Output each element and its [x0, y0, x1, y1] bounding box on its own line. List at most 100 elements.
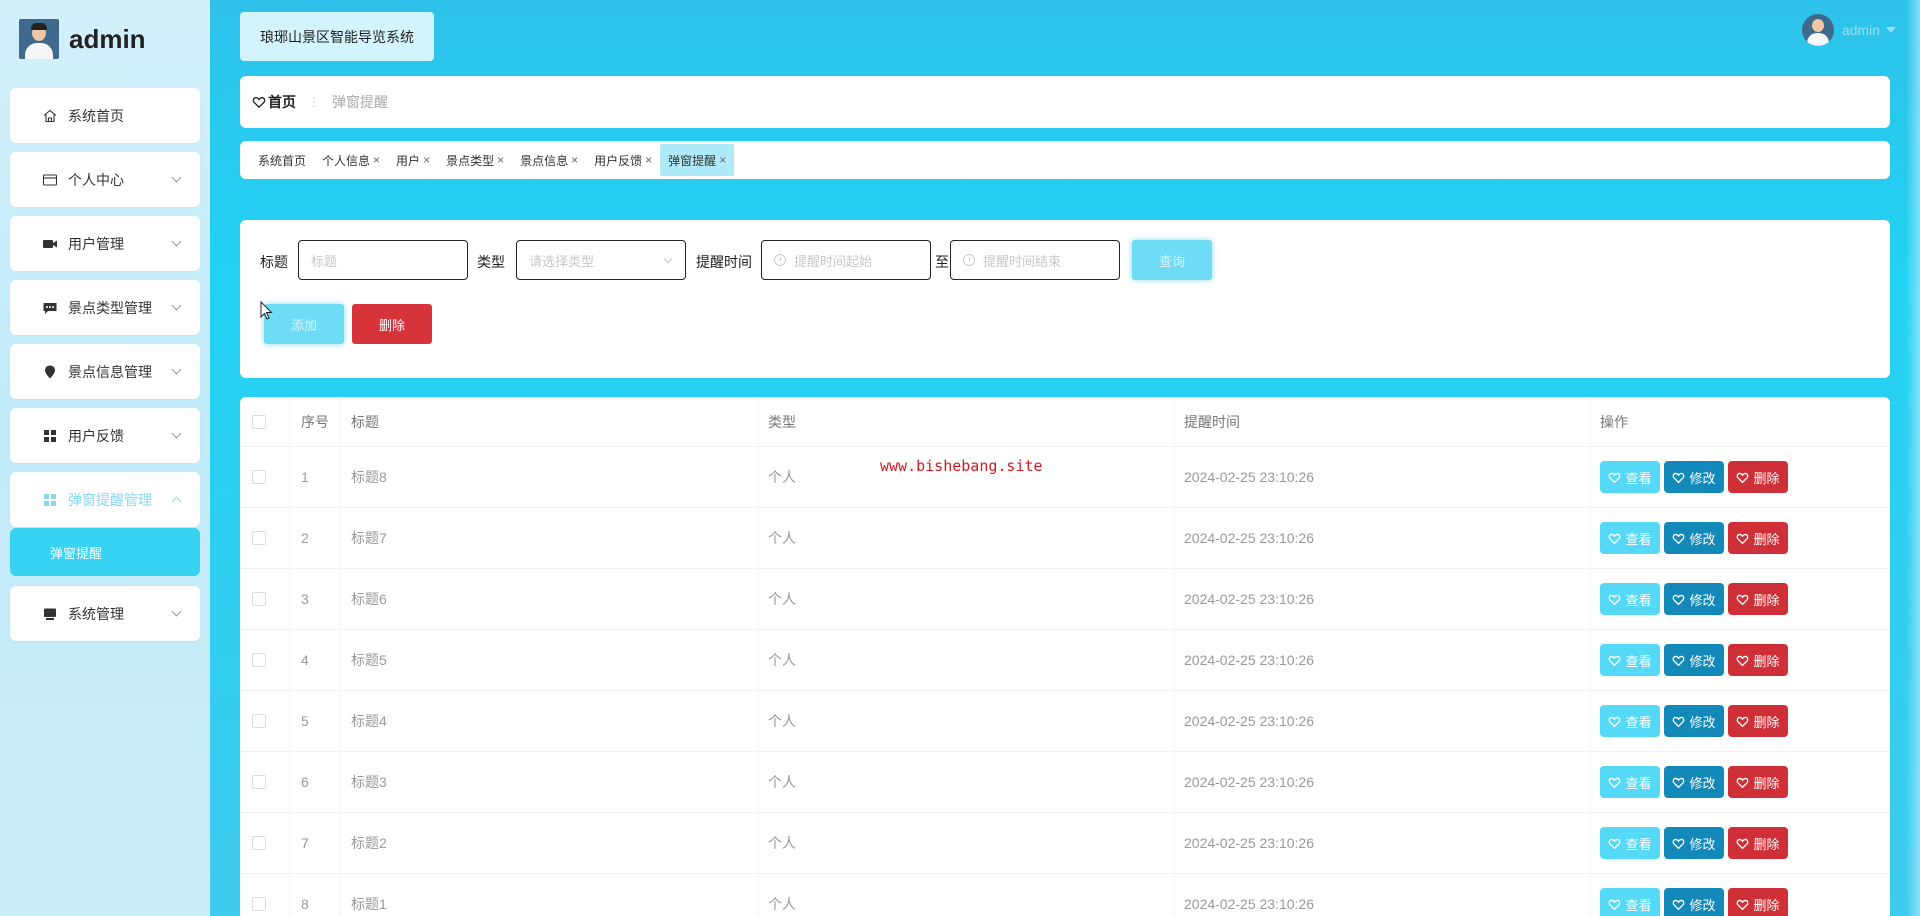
view-label: 查看 — [1625, 531, 1652, 547]
view-button[interactable]: 查看 — [1600, 705, 1660, 737]
close-icon[interactable]: × — [497, 153, 504, 167]
chat-bubble-icon — [42, 300, 58, 316]
delete-button[interactable]: 删除 — [1728, 705, 1788, 737]
cell-type: 个人 — [768, 652, 796, 668]
time-end-input[interactable]: 提醒时间结束 — [950, 240, 1120, 280]
add-button[interactable]: 添加 — [264, 304, 344, 344]
table-row[interactable]: 1 标题8 个人 2024-02-25 23:10:26 查看 修改 删除 — [240, 447, 1890, 508]
row-checkbox[interactable] — [252, 470, 266, 484]
breadcrumb: 首页 ⋮ 弹窗提醒 — [240, 76, 1890, 128]
close-icon[interactable]: × — [719, 153, 726, 167]
delete-button[interactable]: 删除 — [1728, 766, 1788, 798]
edit-button[interactable]: 修改 — [1664, 705, 1724, 737]
sidebar-item-system-management[interactable]: 系统管理 — [10, 586, 200, 641]
edit-button[interactable]: 修改 — [1664, 766, 1724, 798]
tag-spot-info[interactable]: 景点信息 × — [512, 144, 586, 176]
query-button[interactable]: 查询 — [1132, 240, 1212, 280]
edit-button[interactable]: 修改 — [1664, 461, 1724, 493]
cell-title: 标题2 — [351, 835, 387, 851]
chevron-up-icon — [171, 496, 182, 507]
row-checkbox[interactable] — [252, 775, 266, 789]
edit-button[interactable]: 修改 — [1664, 888, 1724, 916]
scrollbar[interactable] — [1906, 0, 1920, 916]
delete-label: 删除 — [1753, 775, 1780, 791]
heart-icon — [1608, 532, 1625, 545]
sidebar-item-spot-info-management[interactable]: 景点信息管理 — [10, 344, 200, 399]
view-label: 查看 — [1625, 714, 1652, 730]
table-row[interactable]: 2 标题7 个人 2024-02-25 23:10:26 查看 修改 删除 — [240, 508, 1890, 569]
sidebar-item-popup-reminder-management[interactable]: 弹窗提醒管理 — [10, 472, 200, 527]
breadcrumb-current: 弹窗提醒 — [332, 94, 388, 110]
table-row[interactable]: 3 标题6 个人 2024-02-25 23:10:26 查看 修改 删除 — [240, 569, 1890, 630]
type-select[interactable]: 请选择类型 — [516, 240, 686, 280]
view-button[interactable]: 查看 — [1600, 461, 1660, 493]
table-row[interactable]: 6 标题3 个人 2024-02-25 23:10:26 查看 修改 删除 — [240, 752, 1890, 813]
breadcrumb-home[interactable]: 首页 — [252, 92, 296, 112]
delete-button[interactable]: 删除 — [1728, 827, 1788, 859]
view-button[interactable]: 查看 — [1600, 766, 1660, 798]
user-menu[interactable]: admin — [1801, 14, 1896, 46]
edit-button[interactable]: 修改 — [1664, 522, 1724, 554]
edit-label: 修改 — [1689, 714, 1716, 730]
row-checkbox[interactable] — [252, 897, 266, 911]
delete-button[interactable]: 删除 — [1728, 888, 1788, 916]
tag-label: 用户 — [396, 153, 421, 168]
cell-index: 3 — [301, 591, 309, 607]
location-pin-icon — [42, 364, 58, 380]
select-all-checkbox[interactable] — [252, 414, 266, 429]
cell-type: 个人 — [768, 774, 796, 790]
delete-button[interactable]: 删除 — [1728, 583, 1788, 615]
edit-button[interactable]: 修改 — [1664, 583, 1724, 615]
tag-user-feedback[interactable]: 用户反馈 × — [586, 144, 660, 176]
close-icon[interactable]: × — [423, 153, 430, 167]
view-button[interactable]: 查看 — [1600, 888, 1660, 916]
chevron-down-icon — [171, 428, 182, 439]
edit-button[interactable]: 修改 — [1664, 644, 1724, 676]
row-checkbox[interactable] — [252, 714, 266, 728]
delete-button[interactable]: 删除 — [1728, 522, 1788, 554]
row-checkbox[interactable] — [252, 836, 266, 850]
close-icon[interactable]: × — [571, 153, 578, 167]
edit-button[interactable]: 修改 — [1664, 827, 1724, 859]
table-row[interactable]: 7 标题2 个人 2024-02-25 23:10:26 查看 修改 删除 — [240, 813, 1890, 874]
sidebar-item-user-management[interactable]: 用户管理 — [10, 216, 200, 271]
delete-button[interactable]: 删除 — [1728, 461, 1788, 493]
delete-button[interactable]: 删除 — [1728, 644, 1788, 676]
title-input[interactable]: 标题 — [298, 240, 468, 280]
tag-home[interactable]: 系统首页 — [250, 144, 314, 176]
sidebar-item-spot-type-management[interactable]: 景点类型管理 — [10, 280, 200, 335]
heart-icon — [1736, 898, 1753, 911]
tag-popup-reminder[interactable]: 弹窗提醒 × — [660, 144, 735, 176]
sidebar-subitem-popup-reminder[interactable]: 弹窗提醒 — [10, 528, 200, 576]
row-checkbox[interactable] — [252, 653, 266, 667]
tag-label: 景点信息 — [520, 153, 569, 168]
table-row[interactable]: 4 标题5 个人 2024-02-25 23:10:26 查看 修改 删除 — [240, 630, 1890, 691]
sidebar-item-label: 景点类型管理 — [68, 299, 152, 316]
cell-time: 2024-02-25 23:10:26 — [1184, 835, 1314, 851]
tag-label: 弹窗提醒 — [668, 153, 717, 168]
cell-index: 4 — [301, 652, 309, 668]
cell-index: 5 — [301, 713, 309, 729]
heart-icon — [1672, 593, 1689, 606]
view-button[interactable]: 查看 — [1600, 522, 1660, 554]
close-icon[interactable]: × — [373, 153, 380, 167]
sidebar-item-home[interactable]: 系统首页 — [10, 88, 200, 143]
delete-label: 删除 — [1753, 714, 1780, 730]
tag-personal-info[interactable]: 个人信息 × — [314, 144, 388, 176]
row-checkbox[interactable] — [252, 531, 266, 545]
heart-icon — [1736, 532, 1753, 545]
cell-type: 个人 — [768, 835, 796, 851]
batch-delete-button[interactable]: 删除 — [352, 304, 432, 344]
tag-spot-type[interactable]: 景点类型 × — [438, 144, 512, 176]
sidebar-item-personal-center[interactable]: 个人中心 — [10, 152, 200, 207]
table-row[interactable]: 5 标题4 个人 2024-02-25 23:10:26 查看 修改 删除 — [240, 691, 1890, 752]
view-button[interactable]: 查看 — [1600, 583, 1660, 615]
table-row[interactable]: 8 标题1 个人 2024-02-25 23:10:26 查看 修改 删除 — [240, 874, 1890, 916]
sidebar-item-user-feedback[interactable]: 用户反馈 — [10, 408, 200, 463]
row-checkbox[interactable] — [252, 592, 266, 606]
view-button[interactable]: 查看 — [1600, 644, 1660, 676]
view-button[interactable]: 查看 — [1600, 827, 1660, 859]
tag-user[interactable]: 用户 × — [388, 144, 438, 176]
time-start-input[interactable]: 提醒时间起始 — [761, 240, 931, 280]
close-icon[interactable]: × — [645, 153, 652, 167]
